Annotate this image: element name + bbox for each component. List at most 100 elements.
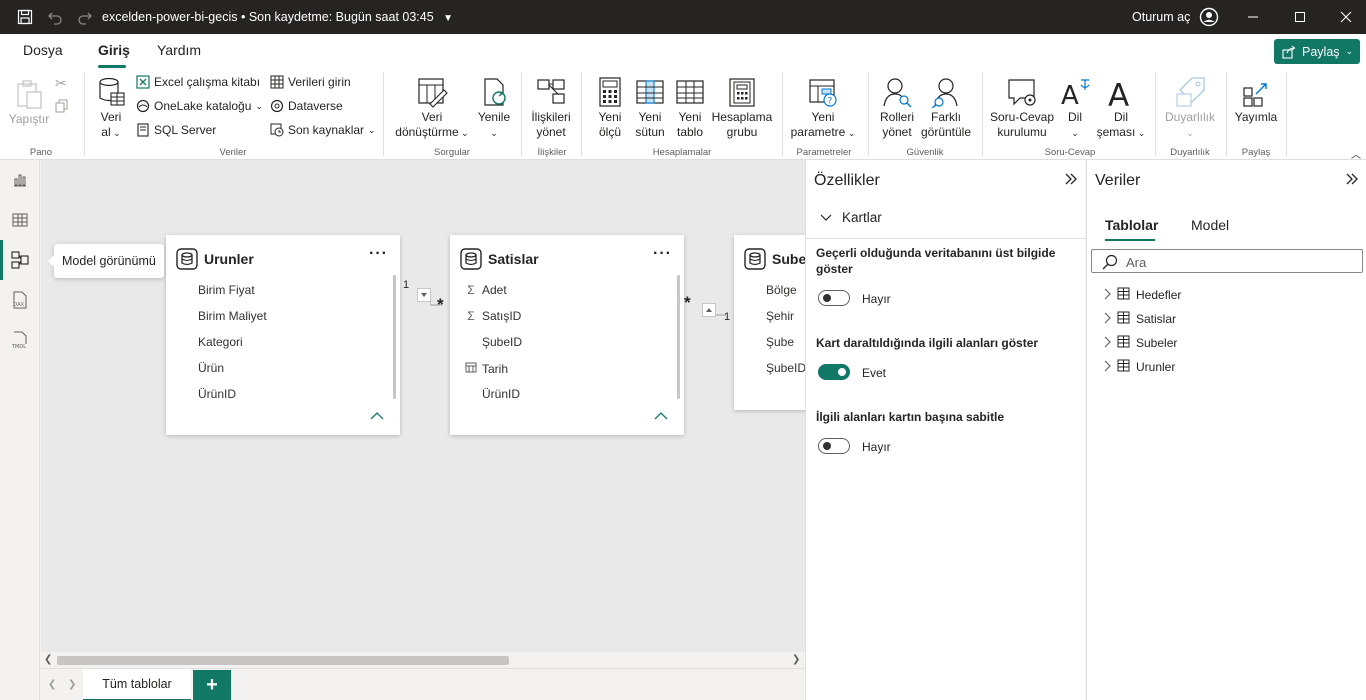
chevron-right-icon[interactable]	[1103, 312, 1111, 327]
get-data-button[interactable]: Veri al ⌄	[92, 76, 130, 141]
sensitivity-button[interactable]: Duyarlılık ⌄	[1162, 76, 1218, 141]
tab-giris[interactable]: Giriş	[98, 42, 130, 58]
scrollbar-thumb[interactable]	[57, 656, 509, 665]
data-table-item[interactable]: Subeler	[1103, 335, 1177, 351]
paste-button[interactable]: Yapıştır	[8, 78, 50, 127]
model-view-icon[interactable]	[10, 250, 30, 270]
language-button[interactable]: A Dil ⌄	[1058, 76, 1092, 141]
group-label-veriler: Veriler	[219, 147, 247, 158]
collapse-pane-icon[interactable]	[1064, 172, 1078, 189]
sql-server-button[interactable]: SQL Server	[136, 123, 216, 137]
undo-icon[interactable]	[46, 8, 64, 26]
more-options-icon[interactable]: ···	[653, 245, 672, 263]
chevron-down-icon[interactable]: ▼	[443, 13, 453, 24]
field-item[interactable]: Kategori	[198, 335, 243, 349]
properties-pane: Özellikler Kartlar Geçerli olduğunda ver…	[805, 160, 1086, 700]
scroll-right-icon[interactable]: ❯	[792, 654, 800, 665]
publish-button[interactable]: Yayımla	[1232, 76, 1280, 125]
table-card-urunler[interactable]: Urunler ··· Birim Fiyat Birim Maliyet Ka…	[166, 235, 400, 435]
onelake-catalog-button[interactable]: OneLake kataloğu ⌄	[136, 99, 263, 113]
share-button[interactable]: Paylaş ⌄	[1274, 39, 1360, 64]
search-input[interactable]: Ara	[1091, 249, 1363, 273]
field-item[interactable]: ÜrünID	[482, 387, 520, 401]
more-options-icon[interactable]: ···	[369, 245, 388, 263]
field-item[interactable]: Birim Maliyet	[198, 309, 267, 323]
avatar-icon[interactable]	[1199, 7, 1219, 27]
tab-prev-icon[interactable]: ❮	[48, 679, 56, 690]
tab-next-icon[interactable]: ❯	[68, 679, 76, 690]
new-parameter-button[interactable]: ? Yeni parametre ⌄	[788, 76, 858, 141]
canvas-horizontal-scrollbar[interactable]: ❮ ❯	[41, 652, 805, 668]
view-as-button[interactable]: Farklı görüntüle	[918, 76, 974, 140]
calculation-group-button[interactable]: Hesaplama grubu	[710, 76, 774, 140]
collapse-card-icon[interactable]	[370, 409, 384, 423]
field-item[interactable]: Şube	[766, 335, 794, 349]
card-scrollbar[interactable]	[393, 275, 396, 399]
cut-icon[interactable]: ✂	[55, 75, 67, 92]
maximize-icon[interactable]	[1292, 9, 1308, 25]
report-view-icon[interactable]	[10, 170, 30, 190]
table-card-title: Subeler	[772, 251, 805, 267]
document-title[interactable]: excelden-power-bi-gecis • Son kaydetme: …	[102, 10, 453, 24]
chevron-right-icon[interactable]	[1103, 336, 1111, 351]
data-table-item[interactable]: Hedefler	[1103, 287, 1181, 303]
tab-dosya[interactable]: Dosya	[23, 42, 63, 58]
model-canvas[interactable]: Urunler ··· Birim Fiyat Birim Maliyet Ka…	[41, 160, 805, 652]
toggle-show-database[interactable]	[818, 290, 850, 306]
field-item[interactable]: ŞubeID	[482, 335, 522, 349]
manage-relationships-button[interactable]: İlişkileri yönet	[526, 76, 576, 140]
tmdl-view-icon[interactable]: TMDL	[10, 330, 30, 350]
close-icon[interactable]	[1338, 9, 1354, 25]
table-view-icon[interactable]	[10, 210, 30, 230]
collapse-ribbon-icon[interactable]: ︿	[1351, 146, 1361, 161]
chevron-right-icon[interactable]	[1103, 288, 1111, 303]
filter-direction-down-icon[interactable]	[417, 288, 431, 302]
redo-icon[interactable]	[76, 8, 94, 26]
field-item[interactable]: Tarih	[465, 361, 508, 376]
enter-data-button[interactable]: Verileri girin	[270, 75, 351, 89]
save-icon[interactable]	[16, 8, 34, 26]
recent-sources-button[interactable]: Son kaynaklar ⌄	[270, 123, 376, 137]
new-column-button[interactable]: Yeni sütun	[632, 76, 668, 140]
card-scrollbar[interactable]	[677, 275, 680, 399]
field-item[interactable]: ŞubeID	[766, 361, 805, 375]
chevron-right-icon[interactable]	[1103, 360, 1111, 375]
section-cards[interactable]: Kartlar	[820, 210, 882, 225]
excel-workbook-button[interactable]: Excel çalışma kitabı	[136, 75, 260, 89]
minimize-icon[interactable]	[1245, 9, 1261, 25]
new-measure-button[interactable]: Yeni ölçü	[590, 76, 630, 140]
refresh-button[interactable]: Yenile ⌄	[474, 76, 514, 141]
filter-direction-up-icon[interactable]	[702, 303, 716, 317]
sign-in-link[interactable]: Oturum aç	[1132, 10, 1190, 24]
qa-setup-button[interactable]: Soru-Cevap kurulumu	[988, 76, 1056, 140]
add-layout-button[interactable]: +	[193, 670, 231, 700]
data-table-item[interactable]: Urunler	[1103, 359, 1175, 375]
tab-model[interactable]: Model	[1191, 217, 1229, 233]
field-item[interactable]: Ürün	[198, 361, 224, 375]
transform-data-button[interactable]: Veri dönüştürme ⌄	[392, 76, 472, 141]
field-item[interactable]: Bölge	[766, 283, 797, 297]
scroll-left-icon[interactable]: ❮	[44, 654, 52, 665]
dax-query-view-icon[interactable]: DAX	[10, 290, 30, 310]
table-card-satislar[interactable]: Satislar ··· Σ Adet Σ SatışID ŞubeID Tarih…	[450, 235, 684, 435]
toggle-show-related-fields[interactable]	[818, 364, 850, 380]
dataverse-button[interactable]: Dataverse	[270, 99, 343, 113]
field-item[interactable]: Şehir	[766, 309, 794, 323]
data-table-item[interactable]: Satislar	[1103, 311, 1176, 327]
field-item[interactable]: Σ Adet	[467, 283, 506, 297]
tab-all-tables[interactable]: Tüm tablolar	[83, 669, 191, 700]
manage-roles-button[interactable]: Rolleri yönet	[876, 76, 918, 140]
tab-tables[interactable]: Tablolar	[1105, 217, 1158, 233]
toggle-pin-related-fields[interactable]	[818, 438, 850, 454]
active-tab-indicator	[1105, 239, 1155, 241]
table-card-subeler[interactable]: Subeler Bölge Şehir Şube ŞubeID	[734, 235, 805, 410]
collapse-pane-icon[interactable]	[1345, 172, 1359, 189]
collapse-card-icon[interactable]	[654, 409, 668, 423]
copy-icon[interactable]	[55, 99, 69, 116]
field-item[interactable]: Birim Fiyat	[198, 283, 255, 297]
field-item[interactable]: Σ SatışID	[467, 309, 521, 323]
new-table-button[interactable]: Yeni tablo	[671, 76, 709, 140]
tab-yardim[interactable]: Yardım	[157, 42, 201, 58]
field-item[interactable]: ÜrünID	[198, 387, 236, 401]
linguistic-schema-button[interactable]: A Dil şeması ⌄	[1094, 76, 1148, 141]
